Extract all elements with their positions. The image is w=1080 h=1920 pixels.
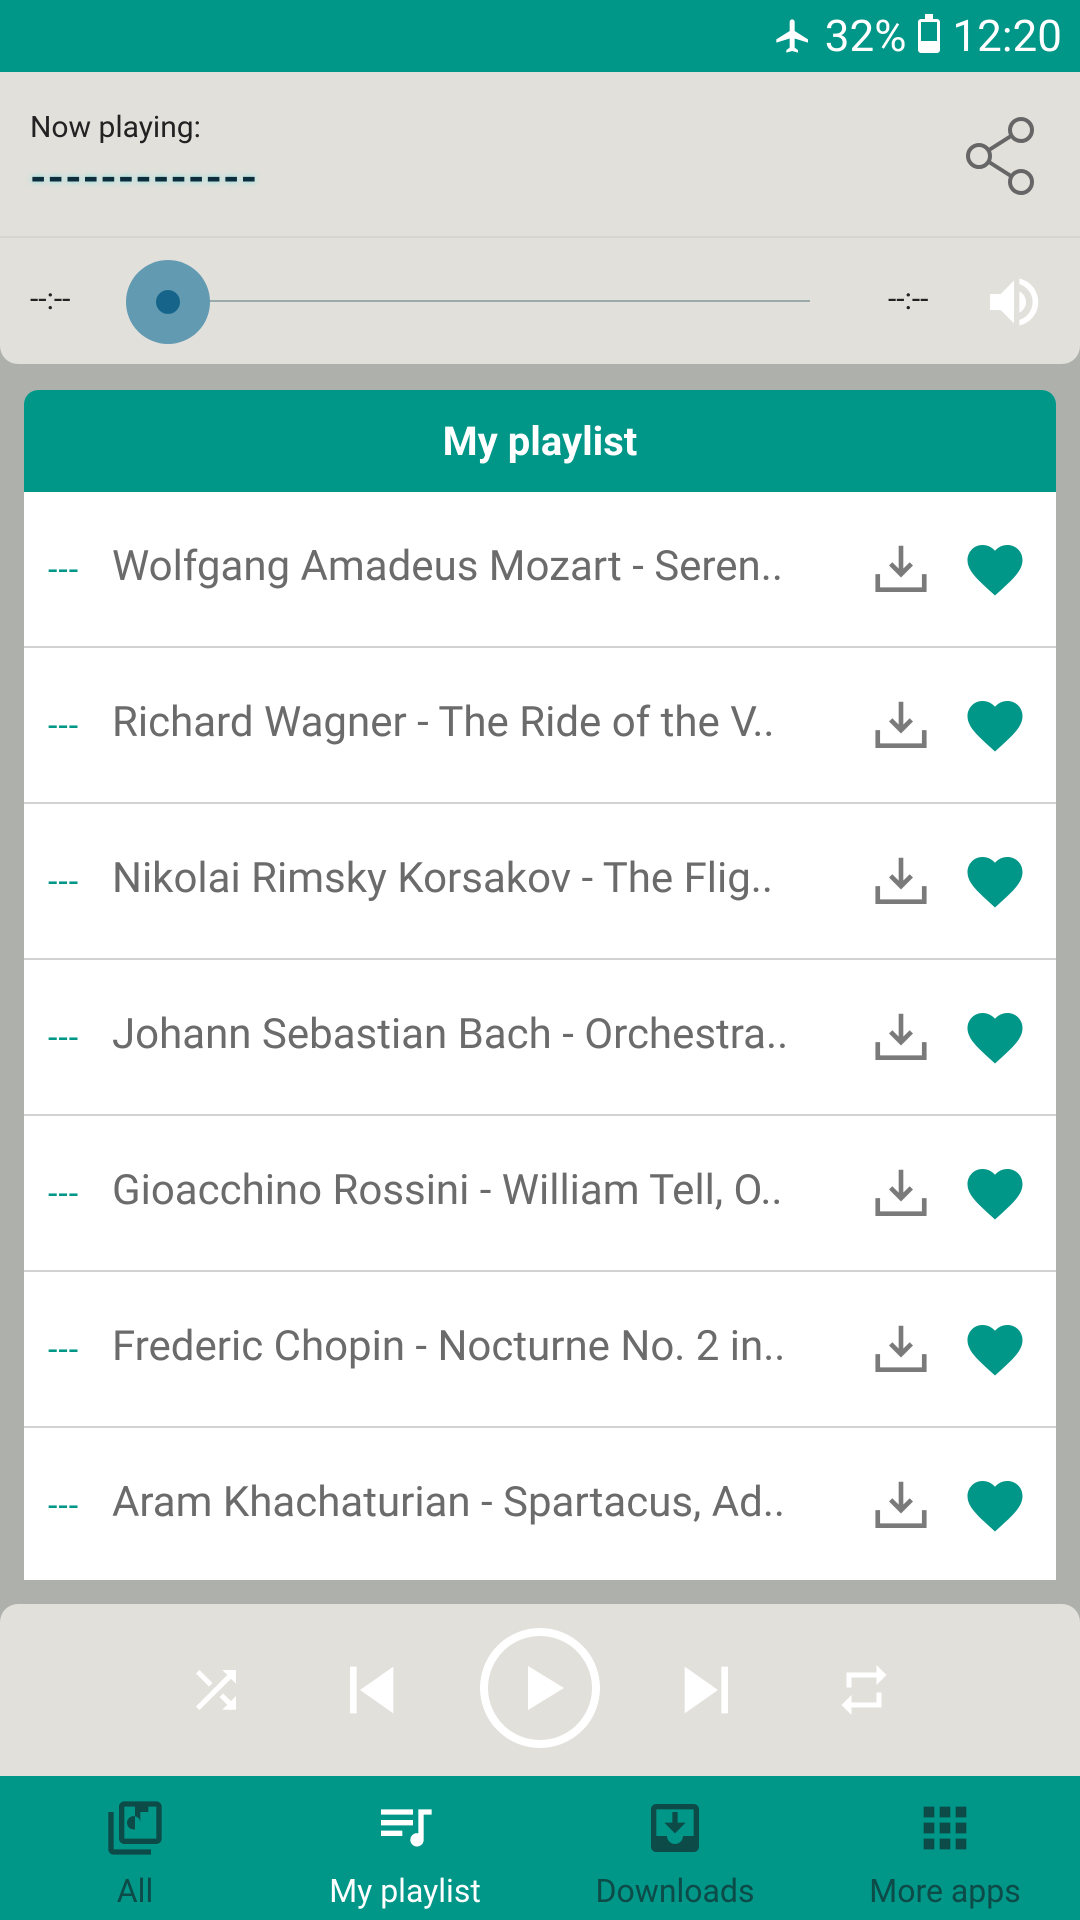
download-icon[interactable] [870, 1162, 932, 1224]
favorite-heart-icon[interactable] [962, 1004, 1028, 1066]
play-button[interactable] [478, 1626, 602, 1754]
track-title: Wolfgang Amadeus Mozart - Seren.. [112, 542, 783, 591]
favorite-heart-icon[interactable] [962, 1316, 1028, 1378]
nav-all-label: All [116, 1872, 154, 1910]
nav-more-apps[interactable]: More apps [810, 1776, 1080, 1920]
playlist-row[interactable]: --- Johann Sebastian Bach - Orchestra.. [24, 960, 1056, 1116]
battery-percent: 32% [824, 10, 907, 62]
downloads-tray-icon [643, 1796, 707, 1860]
playlist-row[interactable]: --- Nikolai Rimsky Korsakov - The Flig.. [24, 804, 1056, 960]
next-icon[interactable] [668, 1650, 748, 1734]
track-title: Richard Wagner - The Ride of the V.. [112, 698, 775, 747]
apps-grid-icon [913, 1796, 977, 1860]
battery-icon [918, 14, 941, 53]
shuffle-icon[interactable] [186, 1660, 246, 1724]
nav-downloads-label: Downloads [595, 1872, 755, 1910]
track-title: Frederic Chopin - Nocturne No. 2 in.. [112, 1322, 786, 1371]
elapsed-time: --:-- [30, 282, 71, 317]
track-marker: --- [48, 1330, 80, 1370]
share-icon[interactable] [963, 116, 1041, 196]
favorite-heart-icon[interactable] [962, 1160, 1028, 1222]
download-icon[interactable] [870, 1006, 932, 1068]
music-library-icon [103, 1796, 167, 1860]
favorite-heart-icon[interactable] [962, 692, 1028, 754]
nav-my-playlist-label: My playlist [329, 1872, 481, 1910]
previous-icon[interactable] [330, 1650, 410, 1734]
playlist-header: My playlist [24, 390, 1056, 492]
volume-icon[interactable] [982, 270, 1046, 334]
playback-controls [0, 1604, 1080, 1776]
total-time: --:-- [888, 282, 929, 317]
track-title: Johann Sebastian Bach - Orchestra.. [112, 1010, 789, 1059]
track-title: Aram Khachaturian - Spartacus, Ad.. [112, 1478, 785, 1527]
track-marker: --- [48, 550, 80, 590]
now-playing-label: Now playing: [30, 110, 201, 145]
download-icon[interactable] [870, 538, 932, 600]
bottom-navigation: All My playlist Downloads More apps [0, 1776, 1080, 1920]
track-marker: --- [48, 706, 80, 746]
playlist-card: My playlist --- Wolfgang Amadeus Mozart … [24, 390, 1056, 1580]
favorite-heart-icon[interactable] [962, 1472, 1028, 1534]
download-icon[interactable] [870, 1474, 932, 1536]
download-icon[interactable] [870, 1318, 932, 1380]
track-marker: --- [48, 1486, 80, 1526]
playlist-row[interactable]: --- Wolfgang Amadeus Mozart - Seren.. [24, 492, 1056, 648]
favorite-heart-icon[interactable] [962, 848, 1028, 910]
seek-bar-thumb[interactable] [126, 260, 210, 344]
status-bar: 32% 12:20 [0, 0, 1080, 72]
now-playing-panel: Now playing: ------------- --:-- --:-- [0, 72, 1080, 364]
download-icon[interactable] [870, 850, 932, 912]
track-title: Gioacchino Rossini - William Tell, O.. [112, 1166, 783, 1215]
now-playing-title: ------------- [30, 154, 259, 203]
airplane-mode-icon [773, 16, 813, 56]
playlist-row[interactable]: --- Gioacchino Rossini - William Tell, O… [24, 1116, 1056, 1272]
nav-my-playlist[interactable]: My playlist [270, 1776, 540, 1920]
repeat-icon[interactable] [834, 1660, 894, 1724]
nav-all[interactable]: All [0, 1776, 270, 1920]
clock: 12:20 [952, 10, 1062, 62]
divider [0, 236, 1080, 238]
track-marker: --- [48, 1174, 80, 1214]
playlist-icon [373, 1796, 437, 1860]
favorite-heart-icon[interactable] [962, 536, 1028, 598]
playlist-row[interactable]: --- Frederic Chopin - Nocturne No. 2 in.… [24, 1272, 1056, 1428]
nav-more-apps-label: More apps [869, 1872, 1021, 1910]
track-title: Nikolai Rimsky Korsakov - The Flig.. [112, 854, 773, 903]
download-icon[interactable] [870, 694, 932, 756]
track-marker: --- [48, 1018, 80, 1058]
track-marker: --- [48, 862, 80, 902]
playlist-row[interactable]: --- Aram Khachaturian - Spartacus, Ad.. [24, 1428, 1056, 1580]
playlist-row[interactable]: --- Richard Wagner - The Ride of the V.. [24, 648, 1056, 804]
seek-bar-track[interactable] [210, 300, 810, 302]
nav-downloads[interactable]: Downloads [540, 1776, 810, 1920]
